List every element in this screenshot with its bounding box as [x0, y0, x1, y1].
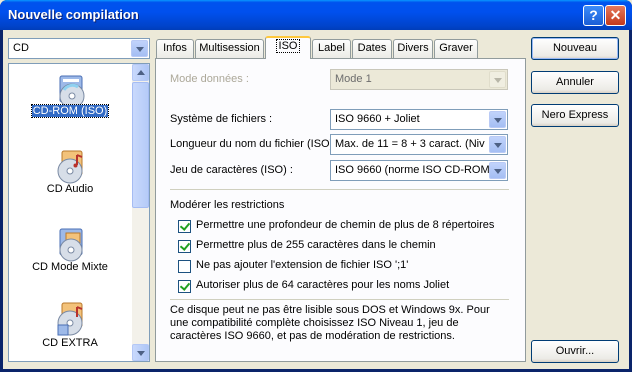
media-type-select[interactable]: CD: [8, 38, 150, 59]
cd-extra-icon: [57, 302, 83, 336]
filename-length-select[interactable]: Max. de 11 = 8 + 3 caract. (Niveau 1): [330, 134, 508, 155]
restriction-label-path-length[interactable]: Permettre plus de 255 caractères dans le…: [196, 239, 436, 251]
data-mode-label: Mode données :: [170, 73, 249, 85]
cancel-button[interactable]: Annuler: [531, 71, 619, 94]
tab-divers[interactable]: Divers: [393, 39, 433, 58]
iso-settings-panel: Mode données : Mode 1 Système de fichier…: [155, 58, 526, 362]
list-item-label: CD Audio: [46, 183, 94, 195]
list-scrollbar[interactable]: [132, 64, 149, 361]
close-icon[interactable]: ✕: [605, 5, 626, 26]
restriction-checkbox-path-depth[interactable]: [178, 220, 191, 233]
chevron-down-icon[interactable]: [131, 40, 148, 57]
list-item-label: CD-ROM (ISO): [30, 104, 110, 118]
restriction-label-no-extension[interactable]: Ne pas ajouter l'extension de fichier IS…: [196, 259, 408, 271]
filesystem-label: Système de fichiers :: [170, 113, 273, 125]
tab-label: ISO: [275, 39, 301, 53]
tab-label: Label: [318, 42, 345, 54]
compilation-type-list[interactable]: CD-ROM (ISO) CD Audio CD Mode Mixte CD E…: [8, 63, 150, 362]
dialog-body: CD CD-ROM (ISO) CD Audio CD Mode Mixte C…: [3, 30, 629, 369]
new-button[interactable]: Nouveau: [531, 37, 619, 60]
compatibility-note: Ce disque peut ne pas être lisible sous …: [170, 304, 490, 342]
tab-label: Dates: [357, 42, 387, 54]
data-mode-value: Mode 1: [335, 73, 372, 85]
restriction-checkbox-path-length[interactable]: [178, 240, 191, 253]
scroll-thumb[interactable]: [132, 82, 149, 208]
cd-audio-icon: [57, 150, 83, 184]
divider: [170, 189, 509, 190]
restriction-checkbox-no-extension[interactable]: [178, 260, 191, 273]
restrictions-title: Modérer les restrictions: [170, 199, 285, 211]
tab-label: Graver: [439, 42, 473, 54]
tab-infos[interactable]: Infos: [156, 39, 194, 58]
tab-label: Multisession: [199, 42, 260, 54]
scroll-up-icon[interactable]: [132, 64, 149, 81]
tab-label: Divers: [397, 42, 429, 54]
restriction-label-path-depth[interactable]: Permettre une profondeur de chemin de pl…: [196, 219, 494, 231]
window-title: Nouvelle compilation: [8, 7, 139, 22]
media-type-value: CD: [13, 42, 29, 54]
charset-label: Jeu de caractères (ISO) :: [170, 164, 293, 176]
divider: [170, 299, 509, 300]
open-button[interactable]: Ouvrir...: [531, 340, 619, 363]
scroll-down-icon[interactable]: [132, 344, 149, 361]
restriction-label-joliet-names[interactable]: Autoriser plus de 64 caractères pour les…: [196, 279, 449, 291]
nero-express-button[interactable]: Nero Express: [531, 104, 619, 127]
title-bar[interactable]: Nouvelle compilation ? ✕: [0, 0, 632, 30]
tab-graver[interactable]: Graver: [434, 39, 478, 58]
chevron-down-icon[interactable]: [489, 111, 506, 128]
filesystem-select[interactable]: ISO 9660 + Joliet: [330, 109, 508, 130]
tab-label-page[interactable]: Label: [312, 39, 351, 58]
charset-select[interactable]: ISO 9660 (norme ISO CD-ROM): [330, 160, 508, 181]
list-item-label: CD EXTRA: [42, 337, 98, 349]
new-compilation-window: Nouvelle compilation ? ✕ CD CD-ROM (ISO): [0, 0, 632, 372]
tab-iso[interactable]: ISO: [265, 36, 311, 59]
list-item-label: CD Mode Mixte: [32, 261, 108, 273]
help-icon[interactable]: ?: [583, 5, 604, 26]
filesystem-value: ISO 9660 + Joliet: [335, 113, 420, 125]
tab-multisession[interactable]: Multisession: [195, 39, 264, 58]
tab-label: Infos: [163, 42, 187, 54]
tab-dates[interactable]: Dates: [352, 39, 392, 58]
charset-value: ISO 9660 (norme ISO CD-ROM): [335, 164, 489, 176]
chevron-down-icon[interactable]: [489, 136, 506, 153]
restriction-checkbox-joliet-names[interactable]: [178, 280, 191, 293]
chevron-down-icon[interactable]: [489, 162, 506, 179]
filename-length-value: Max. de 11 = 8 + 3 caract. (Niveau 1): [335, 138, 485, 150]
chevron-down-icon: [489, 71, 506, 88]
cd-mixed-mode-icon: [59, 228, 83, 262]
data-mode-select: Mode 1: [330, 69, 508, 90]
filename-length-label: Longueur du nom du fichier (ISO) :: [170, 138, 340, 150]
